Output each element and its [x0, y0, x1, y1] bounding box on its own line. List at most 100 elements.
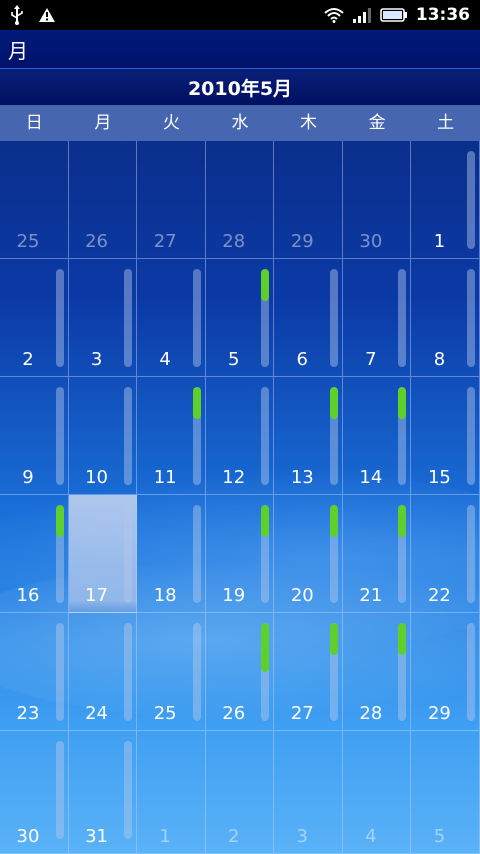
- event-indicator-fill: [329, 387, 338, 420]
- event-indicator-bar: [192, 269, 201, 367]
- day-cell[interactable]: 5: [205, 259, 275, 377]
- day-cell[interactable]: 4: [342, 731, 412, 854]
- wifi-icon: [324, 7, 344, 23]
- day-number: 8: [433, 349, 446, 370]
- day-cell[interactable]: 16: [0, 495, 69, 613]
- day-cell[interactable]: 26: [205, 613, 275, 731]
- weekday-fri: 金: [368, 113, 386, 133]
- day-cell[interactable]: 13: [274, 377, 343, 495]
- day-cell[interactable]: 1: [411, 141, 480, 259]
- event-indicator-bar: [192, 387, 201, 485]
- day-cell[interactable]: 29: [411, 613, 480, 731]
- event-indicator-bar: [192, 505, 201, 603]
- day-number: 12: [222, 467, 246, 488]
- day-number: 2: [227, 826, 240, 847]
- day-number: 7: [365, 349, 377, 370]
- day-number: 28: [222, 231, 246, 252]
- day-number: 4: [159, 349, 171, 370]
- day-cell[interactable]: 28: [342, 613, 412, 731]
- view-title[interactable]: 月: [0, 35, 28, 64]
- day-cell[interactable]: 1: [137, 731, 206, 854]
- day-number: 17: [85, 585, 109, 606]
- day-cell[interactable]: 19: [205, 495, 275, 613]
- day-cell-today[interactable]: 17: [68, 495, 138, 613]
- event-indicator-fill: [261, 269, 270, 302]
- day-number: 28: [359, 703, 383, 724]
- day-cell[interactable]: 4: [137, 259, 206, 377]
- day-cell[interactable]: 18: [137, 495, 206, 613]
- event-indicator-fill: [192, 387, 201, 420]
- day-cell[interactable]: 11: [137, 377, 206, 495]
- day-cell[interactable]: 15: [411, 377, 480, 495]
- weekday-header: 日 月 火 水 木 金 土: [0, 105, 480, 141]
- event-indicator-bar: [466, 269, 475, 367]
- day-cell[interactable]: 7: [342, 259, 412, 377]
- day-number: 5: [433, 826, 446, 847]
- day-cell[interactable]: 5: [411, 731, 480, 854]
- day-number: 5: [227, 349, 240, 370]
- day-cell[interactable]: 20: [274, 495, 343, 613]
- day-cell[interactable]: 25: [0, 141, 69, 259]
- day-number: 21: [359, 585, 383, 606]
- event-indicator-bar: [55, 269, 64, 367]
- event-indicator-bar: [55, 387, 64, 485]
- event-indicator-bar: [466, 151, 475, 249]
- status-bar: 13:36: [0, 0, 480, 30]
- weekday-sat: 土: [437, 113, 455, 133]
- event-indicator-fill: [55, 505, 64, 538]
- day-cell[interactable]: 22: [411, 495, 480, 613]
- event-indicator-bar: [55, 505, 64, 603]
- day-cell[interactable]: 31: [68, 731, 138, 854]
- day-number: 26: [222, 703, 246, 724]
- event-indicator-bar: [124, 387, 133, 485]
- day-cell[interactable]: 14: [342, 377, 412, 495]
- day-number: 20: [290, 585, 314, 606]
- day-number: 9: [22, 467, 34, 488]
- day-cell[interactable]: 27: [137, 141, 206, 259]
- day-cell[interactable]: 8: [411, 259, 480, 377]
- event-indicator-bar: [261, 623, 270, 721]
- calendar-grid: 25 26 27 28 29 30 1 2 3 4 5 6 7 8 9 10 11 12 13 14 15 16 17 18 1…: [0, 141, 480, 854]
- usb-icon: [10, 5, 24, 25]
- battery-icon: [380, 7, 408, 23]
- day-cell[interactable]: 10: [68, 377, 138, 495]
- day-number: 1: [159, 826, 171, 847]
- day-cell[interactable]: 2: [205, 731, 275, 854]
- day-number: 27: [290, 703, 314, 724]
- day-number: 16: [16, 585, 40, 606]
- status-time: 13:36: [415, 5, 470, 25]
- day-number: 24: [85, 703, 109, 724]
- month-header: 2010年5月: [0, 69, 480, 105]
- day-cell[interactable]: 3: [68, 259, 138, 377]
- day-cell[interactable]: 25: [137, 613, 206, 731]
- weekday-tue: 火: [162, 113, 180, 133]
- event-indicator-bar: [261, 505, 270, 603]
- event-indicator-fill: [329, 505, 338, 538]
- event-indicator-fill: [398, 387, 407, 420]
- day-cell[interactable]: 9: [0, 377, 69, 495]
- event-indicator-bar: [261, 387, 270, 485]
- day-cell[interactable]: 24: [68, 613, 138, 731]
- day-number: 19: [222, 585, 246, 606]
- day-cell[interactable]: 3: [274, 731, 343, 854]
- day-cell[interactable]: 30: [342, 141, 412, 259]
- day-cell[interactable]: 6: [274, 259, 343, 377]
- day-cell[interactable]: 12: [205, 377, 275, 495]
- day-cell[interactable]: 26: [68, 141, 138, 259]
- day-number: 14: [359, 467, 383, 488]
- day-cell[interactable]: 2: [0, 259, 69, 377]
- day-cell[interactable]: 23: [0, 613, 69, 731]
- day-cell[interactable]: 27: [274, 613, 343, 731]
- day-number: 3: [90, 349, 103, 370]
- event-indicator-fill: [329, 623, 338, 656]
- day-cell[interactable]: 30: [0, 731, 69, 854]
- event-indicator-bar: [124, 269, 133, 367]
- event-indicator-bar: [466, 505, 475, 603]
- event-indicator-bar: [329, 269, 338, 367]
- day-cell[interactable]: 29: [274, 141, 343, 259]
- event-indicator-bar: [124, 623, 133, 721]
- event-indicator-bar: [55, 623, 64, 721]
- day-cell[interactable]: 28: [205, 141, 275, 259]
- day-cell[interactable]: 21: [342, 495, 412, 613]
- day-number: 25: [153, 703, 177, 724]
